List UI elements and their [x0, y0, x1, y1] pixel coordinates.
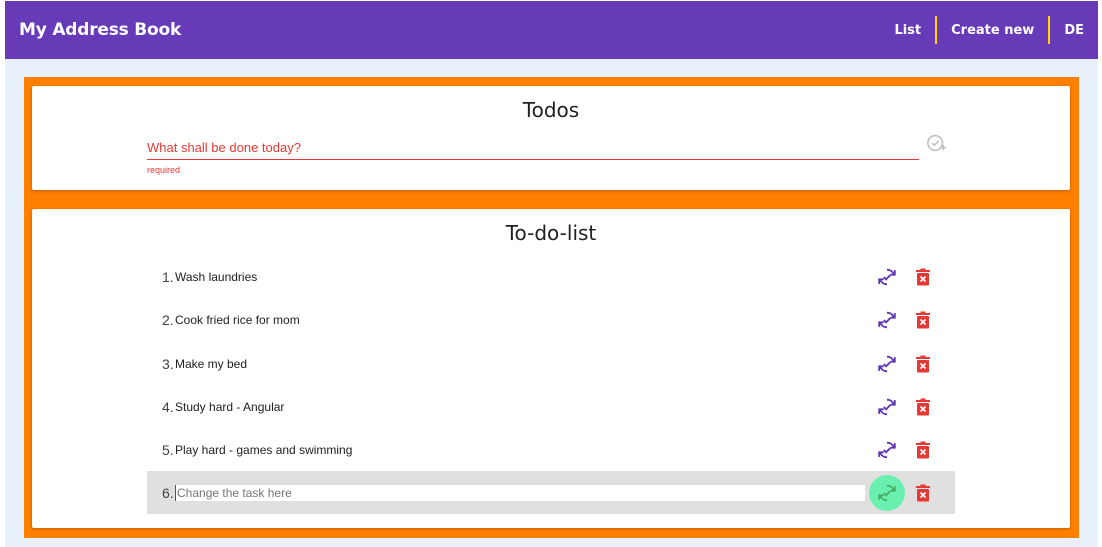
todo-list-title: To-do-list: [505, 221, 597, 245]
edit-task-button[interactable]: [874, 351, 900, 377]
refresh-check-icon: [878, 441, 896, 458]
app-title: My Address Book: [19, 20, 182, 40]
add-task-button[interactable]: [926, 132, 948, 154]
edit-task-input[interactable]: [175, 484, 865, 501]
todo-number: 4.: [162, 398, 174, 415]
refresh-check-icon: [878, 398, 896, 415]
edit-task-button[interactable]: [874, 394, 900, 420]
todo-row: 4. Study hard - Angular: [147, 385, 955, 428]
delete-task-button[interactable]: [915, 484, 931, 502]
todo-text: Play hard - games and swimming: [175, 442, 353, 457]
task-input-field: [147, 138, 919, 160]
refresh-check-icon: [878, 268, 896, 285]
required-hint: required: [147, 165, 181, 175]
todo-number: 5.: [162, 441, 174, 458]
new-task-input[interactable]: [147, 138, 919, 155]
todo-row: 2. Cook fried rice for mom: [147, 298, 955, 341]
delete-task-button[interactable]: [915, 311, 931, 329]
edit-task-button[interactable]: [874, 307, 900, 333]
delete-task-button[interactable]: [915, 355, 931, 373]
delete-task-button[interactable]: [915, 441, 931, 459]
delete-icon: [916, 398, 930, 415]
todo-text: Wash laundries: [175, 269, 258, 284]
app-toolbar: My Address Book List Create new DE: [5, 1, 1098, 59]
edit-task-button[interactable]: [874, 437, 900, 463]
delete-icon: [916, 311, 930, 328]
todo-row: 1. Wash laundries: [147, 255, 955, 298]
todo-text: Cook fried rice for mom: [175, 312, 300, 327]
nav-create-new-link[interactable]: Create new: [937, 23, 1048, 38]
todo-text: Study hard - Angular: [175, 399, 285, 414]
todo-row-editing: 6.: [147, 471, 955, 514]
delete-icon: [916, 268, 930, 285]
delete-icon: [916, 441, 930, 458]
edit-task-button[interactable]: [874, 264, 900, 290]
delete-icon: [916, 355, 930, 372]
todo-number: 6.: [162, 484, 174, 501]
refresh-check-icon: [878, 355, 896, 372]
todo-row: 3. Make my bed: [147, 342, 955, 385]
todo-list-card: To-do-list 1. Wash laundries 2. Cook fri…: [32, 209, 1070, 528]
delete-task-button[interactable]: [915, 398, 931, 416]
todo-row: 5. Play hard - games and swimming: [147, 428, 955, 471]
nav-language-link[interactable]: DE: [1050, 23, 1098, 38]
todo-number: 1.: [162, 268, 174, 285]
add-task-icon: [927, 134, 947, 152]
todo-number: 2.: [162, 311, 174, 328]
delete-task-button[interactable]: [915, 268, 931, 286]
todo-number: 3.: [162, 355, 174, 372]
refresh-check-icon: [878, 311, 896, 328]
todo-text: Make my bed: [175, 356, 248, 371]
delete-icon: [916, 484, 930, 501]
todos-title: Todos: [522, 98, 580, 122]
nav-list-link[interactable]: List: [880, 23, 935, 38]
save-task-button[interactable]: [869, 474, 905, 511]
nav-menu: List Create new DE: [880, 1, 1098, 59]
todos-card: Todos required: [32, 86, 1070, 190]
refresh-check-icon: [878, 484, 896, 501]
